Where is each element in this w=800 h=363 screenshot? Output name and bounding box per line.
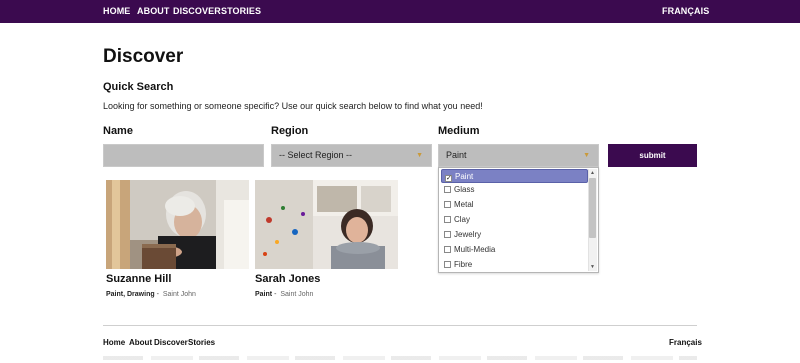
- footer-language-link[interactable]: Français: [669, 338, 702, 347]
- artist-photo-suzanne-hill[interactable]: [106, 180, 249, 269]
- region-label: Region: [271, 125, 309, 137]
- medium-option-fibre[interactable]: Fibre: [441, 258, 588, 272]
- checkbox-icon[interactable]: [444, 201, 451, 208]
- artist-meta: Paint - Saint John: [255, 291, 313, 298]
- medium-select-value: Paint: [446, 150, 467, 160]
- nav-home-link[interactable]: HOME: [103, 0, 130, 23]
- footer-home-link[interactable]: Home: [103, 338, 125, 347]
- medium-option-label: Fibre: [454, 260, 473, 269]
- scroll-down-arrow-icon[interactable]: ▼: [589, 263, 596, 271]
- name-label: Name: [103, 125, 133, 137]
- top-navigation-bar: HOME ABOUT DISCOVER STORIES FRANÇAIS: [0, 0, 800, 23]
- checkbox-checked-icon[interactable]: ✓: [445, 175, 452, 182]
- medium-option-paint[interactable]: ✓ Paint: [441, 169, 588, 183]
- medium-option-multi-media[interactable]: Multi-Media: [441, 243, 588, 257]
- medium-option-label: Metal: [454, 200, 474, 209]
- medium-option-glass[interactable]: Glass: [441, 183, 588, 197]
- nav-discover-link[interactable]: DISCOVER: [173, 0, 221, 23]
- artist-name[interactable]: Suzanne Hill: [106, 273, 171, 285]
- medium-option-label: Jewelry: [454, 230, 482, 239]
- footer-divider: [103, 325, 697, 326]
- region-select[interactable]: -- Select Region -- ▼: [271, 144, 432, 167]
- checkbox-icon[interactable]: [444, 216, 451, 223]
- medium-option-label: Glass: [454, 185, 475, 194]
- page-title: Discover: [103, 46, 184, 67]
- meta-separator: -: [156, 291, 159, 298]
- portrait-image: [106, 180, 249, 269]
- name-input[interactable]: [103, 144, 264, 167]
- chevron-down-icon: ▼: [416, 152, 423, 159]
- medium-option-jewelry[interactable]: Jewelry: [441, 228, 588, 242]
- artist-photo-sarah-jones[interactable]: [255, 180, 398, 269]
- scroll-up-arrow-icon[interactable]: ▲: [589, 169, 596, 177]
- medium-option-label: Paint: [455, 172, 474, 181]
- quick-search-heading: Quick Search: [103, 81, 174, 93]
- chevron-down-icon: ▼: [583, 152, 590, 159]
- artist-medium: Paint: [255, 291, 273, 298]
- medium-option-label: Clay: [454, 215, 471, 224]
- nav-about-link[interactable]: ABOUT: [137, 0, 170, 23]
- artist-location: Saint John: [162, 291, 196, 298]
- footer-cut-off-content: [103, 356, 697, 360]
- nav-stories-link[interactable]: STORIES: [221, 0, 261, 23]
- portrait-image: [255, 180, 398, 269]
- nav-language-link[interactable]: FRANÇAIS: [662, 0, 709, 23]
- medium-select[interactable]: Paint ▼: [438, 144, 599, 167]
- quick-search-intro: Looking for something or someone specifi…: [103, 101, 483, 111]
- region-select-value: -- Select Region --: [279, 150, 353, 160]
- dropdown-scrollbar-thumb[interactable]: [589, 178, 596, 238]
- meta-separator: -: [274, 291, 277, 298]
- submit-button[interactable]: submit: [608, 144, 697, 167]
- artist-meta: Paint, Drawing - Saint John: [106, 291, 196, 298]
- medium-option-label: Multi-Media: [454, 245, 496, 254]
- checkbox-icon[interactable]: [444, 186, 451, 193]
- medium-label: Medium: [438, 125, 480, 137]
- medium-option-metal[interactable]: Metal: [441, 198, 588, 212]
- footer-stories-link[interactable]: Stories: [188, 338, 215, 347]
- artist-medium: Paint, Drawing: [106, 291, 155, 298]
- artist-location: Saint John: [280, 291, 314, 298]
- medium-option-clay[interactable]: Clay: [441, 213, 588, 227]
- footer-discover-link[interactable]: Discover: [154, 338, 188, 347]
- medium-dropdown-list[interactable]: ✓ Paint Glass Metal Clay Jewelry Multi-Me…: [438, 167, 599, 273]
- checkbox-icon[interactable]: [444, 261, 451, 268]
- footer-about-link[interactable]: About: [129, 338, 152, 347]
- artist-name[interactable]: Sarah Jones: [255, 273, 320, 285]
- checkbox-icon[interactable]: [444, 231, 451, 238]
- checkbox-icon[interactable]: [444, 246, 451, 253]
